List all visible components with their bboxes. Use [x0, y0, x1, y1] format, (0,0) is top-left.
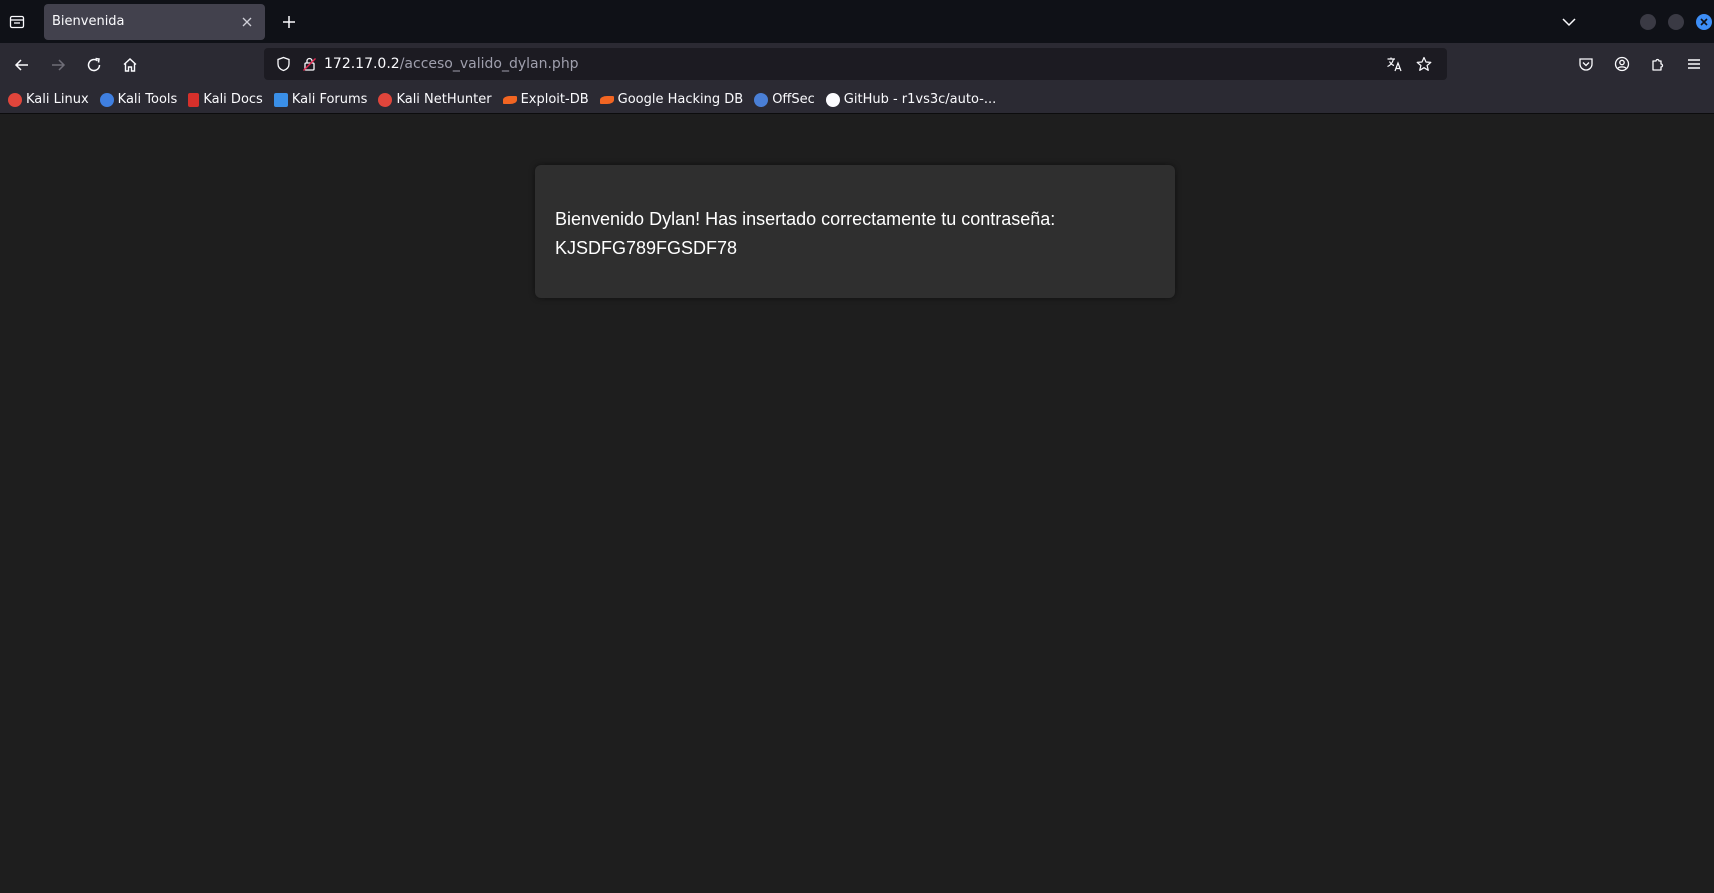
url-bar[interactable]: 172.17.0.2/acceso_valido_dylan.php — [264, 48, 1447, 80]
new-tab-button[interactable] — [273, 6, 305, 38]
bookmark-github[interactable]: GitHub - r1vs3c/auto-... — [825, 92, 997, 107]
tabstrip-controls — [1554, 0, 1714, 43]
bookmark-label: Kali Tools — [117, 92, 178, 107]
maximize-button[interactable] — [1668, 13, 1684, 30]
pocket-icon — [1579, 58, 1593, 71]
hamburger-menu-icon — [1688, 59, 1700, 69]
forward-button[interactable] — [40, 49, 76, 81]
kali-nethunter-icon — [378, 92, 393, 107]
url-path: /acceso_valido_dylan.php — [399, 56, 579, 72]
translate-icon — [1386, 57, 1402, 72]
browser-window: Bienvenida 172.17.0.2/acceso_valido_dyla… — [0, 0, 1714, 893]
app-menu-button[interactable] — [1676, 48, 1712, 80]
window-close-button[interactable] — [1696, 13, 1712, 30]
reload-icon — [87, 57, 101, 71]
tab-title: Bienvenida — [52, 14, 125, 29]
bookmark-kali-forums[interactable]: Kali Forums — [273, 92, 368, 107]
tab-close-button[interactable] — [239, 14, 255, 30]
kali-forums-icon — [273, 92, 288, 107]
arrow-right-icon — [52, 58, 66, 71]
ghdb-icon — [599, 95, 614, 104]
firefox-view-button[interactable] — [0, 5, 34, 39]
arrow-left-icon — [14, 58, 28, 71]
tab-strip: Bienvenida — [0, 0, 1714, 43]
minimize-button[interactable] — [1640, 13, 1656, 30]
bookmark-kali-nethunter[interactable]: Kali NetHunter — [378, 92, 492, 107]
bookmark-label: Exploit-DB — [520, 92, 589, 107]
home-icon — [123, 57, 137, 72]
pocket-button[interactable] — [1568, 48, 1604, 80]
close-icon — [242, 17, 252, 26]
translate-button[interactable] — [1383, 53, 1405, 75]
password-value: KJSDFG789FGSDF78 — [555, 238, 738, 258]
bookmark-label: Kali Docs — [203, 92, 263, 107]
url-host: 172.17.0.2 — [324, 56, 400, 72]
bookmark-kali-tools[interactable]: Kali Tools — [99, 92, 178, 107]
bookmark-label: Google Hacking DB — [617, 92, 744, 107]
welcome-message: Bienvenido Dylan! Has insertado correcta… — [555, 209, 1056, 229]
shield-icon — [276, 56, 290, 72]
bookmark-label: OffSec — [772, 92, 815, 107]
list-all-tabs-button[interactable] — [1554, 7, 1584, 37]
toolbar-right — [1568, 48, 1712, 80]
site-info-button[interactable] — [298, 53, 320, 75]
insecure-lock-icon — [302, 57, 316, 71]
navigation-toolbar: 172.17.0.2/acceso_valido_dylan.php — [0, 43, 1714, 86]
puzzle-icon — [1652, 58, 1664, 71]
extensions-button[interactable] — [1640, 48, 1676, 80]
back-button[interactable] — [4, 49, 40, 81]
bookmark-kali-linux[interactable]: Kali Linux — [8, 92, 89, 107]
url-text[interactable]: 172.17.0.2/acceso_valido_dylan.php — [324, 56, 1383, 72]
bookmark-offsec[interactable]: OffSec — [754, 92, 815, 107]
bookmark-label: GitHub - r1vs3c/auto-... — [843, 92, 997, 107]
url-bar-actions — [1383, 53, 1439, 75]
bookmarks-toolbar: Kali Linux Kali Tools Kali Docs Kali For… — [0, 86, 1714, 114]
kali-tools-icon — [99, 92, 114, 107]
bookmark-label: Kali NetHunter — [396, 92, 492, 107]
kali-docs-icon — [188, 92, 200, 107]
page-content: Bienvenido Dylan! Has insertado correcta… — [0, 115, 1714, 893]
tab-active[interactable]: Bienvenida — [44, 3, 265, 40]
close-icon — [1700, 17, 1708, 26]
github-icon — [825, 92, 840, 107]
bookmark-label: Kali Linux — [26, 92, 89, 107]
bookmark-exploit-db[interactable]: Exploit-DB — [502, 92, 589, 107]
firefox-view-icon — [9, 15, 25, 28]
bookmark-label: Kali Forums — [291, 92, 368, 107]
account-icon — [1614, 56, 1630, 72]
welcome-card: Bienvenido Dylan! Has insertado correcta… — [535, 165, 1175, 298]
account-button[interactable] — [1604, 48, 1640, 80]
chevron-down-icon — [1562, 17, 1576, 26]
tracking-protection-button[interactable] — [272, 53, 294, 75]
exploit-db-icon — [502, 95, 517, 104]
plus-icon — [283, 15, 295, 28]
home-button[interactable] — [112, 49, 148, 81]
bookmark-google-hacking-db[interactable]: Google Hacking DB — [599, 92, 744, 107]
offsec-icon — [754, 92, 769, 107]
star-icon — [1416, 56, 1432, 71]
bookmark-page-button[interactable] — [1413, 53, 1435, 75]
kali-dragon-icon — [8, 92, 22, 107]
reload-button[interactable] — [76, 49, 112, 81]
bookmark-kali-docs[interactable]: Kali Docs — [188, 92, 263, 107]
